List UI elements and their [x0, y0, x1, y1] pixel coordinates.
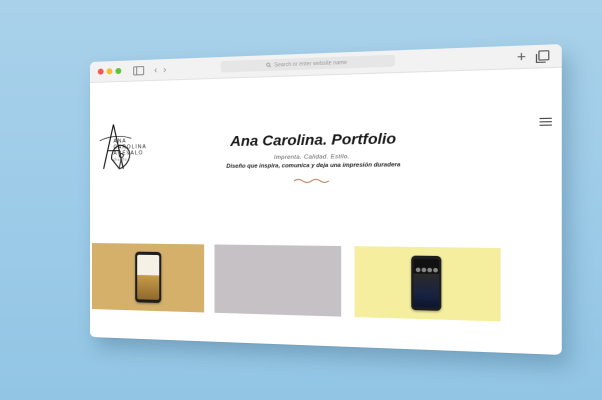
address-bar[interactable]: Search or enter website name	[220, 54, 396, 73]
portfolio-grid	[90, 243, 562, 330]
phone-screen	[137, 254, 160, 300]
phone-mockup-image	[135, 251, 162, 304]
sidebar-toggle-icon[interactable]	[133, 65, 145, 76]
new-tab-button[interactable]: +	[517, 48, 526, 65]
toolbar-actions: +	[517, 48, 550, 65]
minimize-dot[interactable]	[106, 68, 113, 75]
close-dot[interactable]	[97, 68, 104, 75]
story-circle	[433, 267, 438, 273]
portfolio-card-2[interactable]	[214, 244, 342, 317]
hero-section: Ana Carolina. Portfolio Imprenta. Calida…	[90, 127, 562, 190]
browser-window: ‹ › Search or enter website name + ANA C…	[90, 44, 562, 355]
search-icon	[266, 62, 271, 67]
page-content: ANA CAROLINA ARÉVALO Diseño Ana Carolina…	[90, 68, 562, 355]
phone-screen	[413, 258, 440, 308]
story-circle	[427, 267, 433, 273]
story-circle	[415, 267, 421, 273]
portfolio-card-1[interactable]	[91, 243, 205, 313]
portfolio-card-3[interactable]	[354, 246, 501, 322]
wave-divider-icon	[293, 178, 330, 185]
phone-mockup-image	[411, 255, 442, 311]
window-controls	[97, 67, 122, 75]
hamburger-menu-icon[interactable]	[539, 117, 552, 126]
forward-icon[interactable]: ›	[163, 64, 166, 74]
scene: ‹ › Search or enter website name + ANA C…	[0, 0, 602, 400]
maximize-dot[interactable]	[115, 67, 122, 75]
back-icon[interactable]: ‹	[154, 64, 157, 74]
story-circle	[421, 267, 427, 273]
tab-overview-icon[interactable]	[538, 50, 550, 61]
address-placeholder: Search or enter website name	[274, 59, 348, 69]
